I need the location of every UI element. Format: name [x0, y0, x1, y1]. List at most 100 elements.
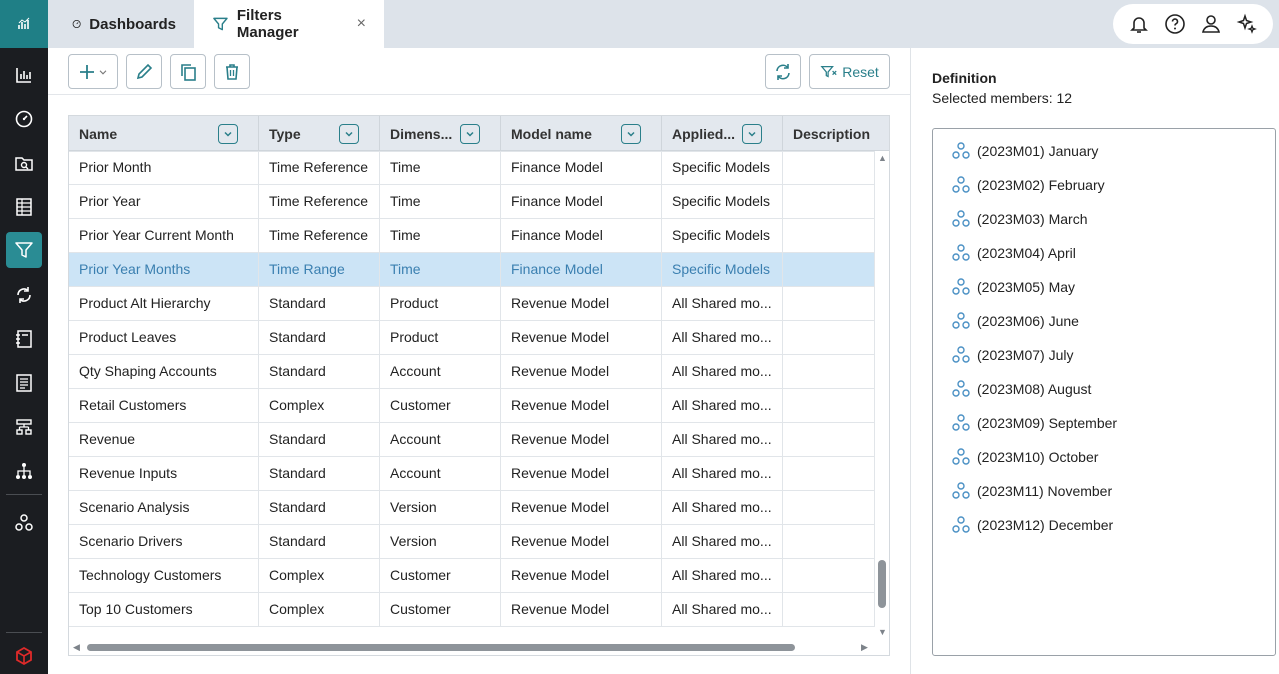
ai-sparkle-icon[interactable] — [1236, 13, 1258, 35]
nav-notebook[interactable] — [6, 321, 42, 357]
table-row[interactable]: Revenue Standard Account Revenue Model All S… — [69, 423, 875, 457]
copy-button[interactable] — [170, 54, 206, 89]
close-tab-icon[interactable]: × — [357, 15, 366, 33]
tab-dashboards[interactable]: Dashboards — [54, 0, 194, 48]
cell-type: Complex — [259, 559, 380, 593]
table-row[interactable]: Scenario Analysis Standard Version Revenue … — [69, 491, 875, 525]
nav-forms[interactable] — [6, 365, 42, 401]
scroll-down-icon[interactable]: ▼ — [878, 627, 887, 637]
nav-sheets[interactable] — [6, 189, 42, 225]
tab-label: Dashboards — [89, 15, 176, 33]
user-icon[interactable] — [1200, 13, 1222, 35]
cell-description — [783, 355, 875, 389]
nav-divider — [6, 494, 42, 495]
member-item[interactable]: (2023M07) July — [951, 344, 1074, 366]
column-header-applied[interactable]: Applied... — [662, 116, 783, 151]
vertical-scrollbar[interactable]: ▲ ▼ — [875, 151, 889, 639]
table-row[interactable]: Qty Shaping Accounts Standard Account Reven… — [69, 355, 875, 389]
reset-label: Reset — [842, 63, 879, 80]
nav-brand-cube[interactable] — [6, 638, 42, 674]
nav-hierarchy[interactable] — [6, 453, 42, 489]
member-item[interactable]: (2023M06) June — [951, 310, 1079, 332]
column-header-type[interactable]: Type — [259, 116, 380, 151]
selected-members-count: Selected members: 12 — [932, 90, 1073, 106]
cell-model-name: Revenue Model — [501, 355, 662, 389]
member-label: (2023M08) August — [977, 381, 1092, 397]
table-row[interactable]: Retail Customers Complex Customer Revenue M… — [69, 389, 875, 423]
tab-filters-manager[interactable]: Filters Manager × — [194, 0, 384, 48]
tab-label: Filters Manager — [236, 7, 299, 41]
scroll-up-icon[interactable]: ▲ — [878, 153, 887, 163]
nav-workflows[interactable] — [6, 277, 42, 313]
cell-name: Top 10 Customers — [69, 593, 259, 627]
column-menu-button[interactable] — [621, 124, 641, 144]
toolbar-divider — [48, 94, 910, 95]
scroll-left-icon[interactable]: ◀ — [73, 642, 80, 653]
cell-applied: All Shared mo... — [662, 491, 783, 525]
cell-description — [783, 185, 875, 219]
member-item[interactable]: (2023M10) October — [951, 446, 1098, 468]
table-row[interactable]: Revenue Inputs Standard Account Revenue Mod… — [69, 457, 875, 491]
nav-members[interactable] — [6, 505, 42, 541]
member-label: (2023M12) December — [977, 517, 1114, 533]
member-item[interactable]: (2023M09) September — [951, 412, 1117, 434]
nav-dashboards[interactable] — [6, 101, 42, 137]
cell-type: Standard — [259, 525, 380, 559]
column-menu-button[interactable] — [460, 124, 480, 144]
add-dropdown-button[interactable] — [68, 54, 118, 89]
member-item[interactable]: (2023M05) May — [951, 276, 1075, 298]
nav-explorer[interactable] — [6, 145, 42, 181]
member-item[interactable]: (2023M04) April — [951, 242, 1076, 264]
horizontal-scroll-thumb[interactable] — [87, 644, 795, 651]
cell-name: Product Leaves — [69, 321, 259, 355]
member-node-icon — [952, 414, 970, 431]
table-row[interactable]: Product Leaves Standard Product Revenue Mod… — [69, 321, 875, 355]
cell-dimension: Account — [380, 423, 501, 457]
cell-type: Standard — [259, 287, 380, 321]
cell-dimension: Version — [380, 525, 501, 559]
column-menu-button[interactable] — [218, 124, 238, 144]
member-label: (2023M03) March — [977, 211, 1088, 227]
app-logo[interactable] — [0, 0, 48, 48]
member-item[interactable]: (2023M12) December — [951, 514, 1113, 536]
table-row[interactable]: Product Alt Hierarchy Standard Product Reve… — [69, 287, 875, 321]
bell-icon[interactable] — [1128, 13, 1150, 35]
member-item[interactable]: (2023M02) February — [951, 174, 1105, 196]
table-row[interactable]: Top 10 Customers Complex Customer Revenue M… — [69, 593, 875, 627]
column-menu-button[interactable] — [742, 124, 762, 144]
member-item[interactable]: (2023M11) November — [951, 480, 1112, 502]
table-row[interactable]: Scenario Drivers Standard Version Revenue M… — [69, 525, 875, 559]
member-label: (2023M02) February — [977, 177, 1105, 193]
column-header-dimension[interactable]: Dimens... — [380, 116, 501, 151]
table-row[interactable]: Technology Customers Complex Customer Reven… — [69, 559, 875, 593]
nav-filters[interactable] — [6, 232, 42, 268]
help-icon[interactable] — [1164, 13, 1186, 35]
member-item[interactable]: (2023M08) August — [951, 378, 1091, 400]
cell-applied: All Shared mo... — [662, 355, 783, 389]
scroll-right-icon[interactable]: ▶ — [861, 642, 868, 653]
cell-dimension: Time — [380, 151, 501, 185]
nav-data-flow[interactable] — [6, 409, 42, 445]
vertical-scroll-thumb[interactable] — [878, 560, 886, 608]
horizontal-scrollbar[interactable]: ◀ ▶ — [69, 639, 889, 655]
grid-header: Name Type Dimens... Model name Applied..… — [69, 116, 889, 151]
column-menu-button[interactable] — [339, 124, 359, 144]
table-row[interactable]: Prior Year Months Time Range Time Finance M… — [69, 253, 875, 287]
member-node-icon — [952, 210, 970, 227]
folder-search-icon — [15, 157, 33, 171]
column-header-name[interactable]: Name — [69, 116, 259, 151]
member-item[interactable]: (2023M03) March — [951, 208, 1088, 230]
chevron-down-icon — [345, 131, 353, 137]
delete-button[interactable] — [214, 54, 250, 89]
reset-button[interactable]: Reset — [809, 54, 890, 89]
column-header-description[interactable]: Description — [783, 116, 889, 151]
table-row[interactable]: Prior Month Time Reference Time Finance Mod… — [69, 151, 875, 185]
refresh-button[interactable] — [765, 54, 801, 89]
edit-button[interactable] — [126, 54, 162, 89]
cell-applied: All Shared mo... — [662, 287, 783, 321]
member-item[interactable]: (2023M01) January — [951, 140, 1098, 162]
table-row[interactable]: Prior Year Current Month Time Reference Ti… — [69, 219, 875, 253]
table-row[interactable]: Prior Year Time Reference Time Finance Mode… — [69, 185, 875, 219]
nav-reports[interactable] — [6, 57, 42, 93]
column-header-model-name[interactable]: Model name — [501, 116, 662, 151]
